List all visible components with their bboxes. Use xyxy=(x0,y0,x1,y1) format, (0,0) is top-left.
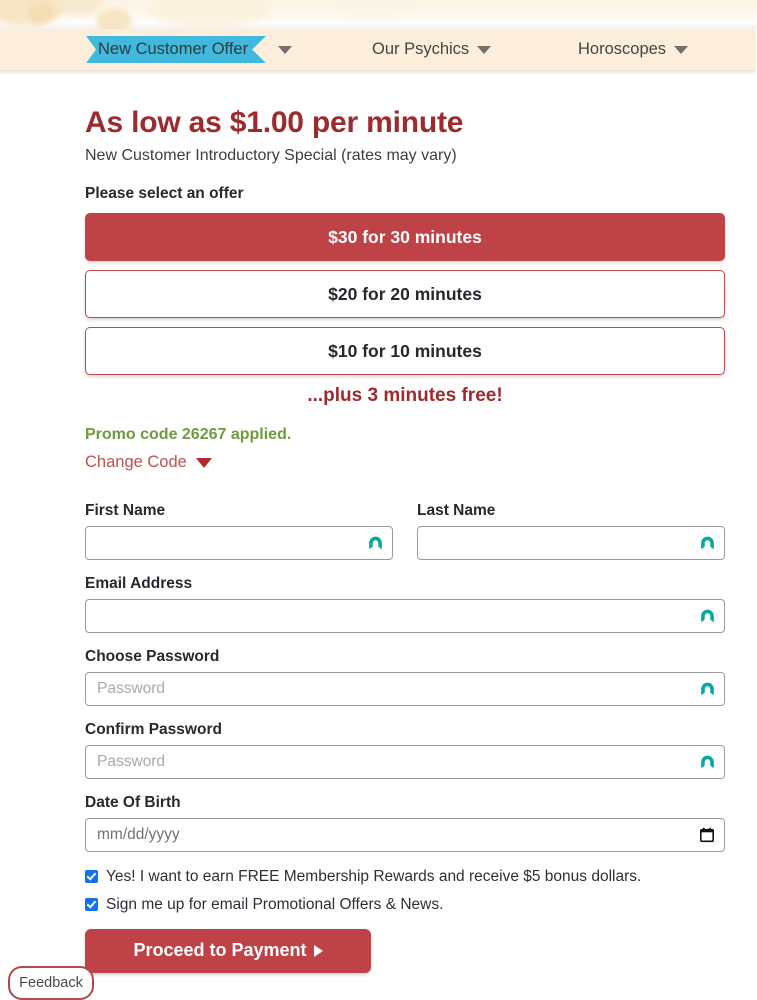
email-input[interactable] xyxy=(85,599,725,633)
bonus-minutes-text: ...plus 3 minutes free! xyxy=(307,385,503,406)
nav-item-label-active: New Customer Offer xyxy=(86,36,266,63)
rewards-checkbox-label[interactable]: Yes! I want to earn FREE Membership Rewa… xyxy=(106,867,641,886)
last-name-field-group: Last Name xyxy=(417,502,725,560)
banner-decoration xyxy=(28,2,54,24)
chevron-down-icon xyxy=(278,45,293,54)
promotions-checkbox[interactable] xyxy=(85,898,98,912)
nav-item-new-customer-offer[interactable]: New Customer Offer xyxy=(92,29,293,70)
feedback-tab[interactable]: Feedback xyxy=(8,966,94,1000)
consent-row-rewards[interactable]: Yes! I want to earn FREE Membership Rewa… xyxy=(85,867,725,886)
confirm-password-label: Confirm Password xyxy=(85,721,222,738)
dob-field-group: Date Of Birth mm/dd/yyyy xyxy=(85,794,725,852)
change-code-label: Change Code xyxy=(85,453,187,471)
password-input[interactable] xyxy=(85,672,725,706)
offer-option-30[interactable]: $30 for 30 minutes xyxy=(85,213,725,261)
dob-placeholder: mm/dd/yyyy xyxy=(97,826,180,843)
proceed-to-payment-label: Proceed to Payment xyxy=(133,940,307,961)
nav-item-label: Horoscopes xyxy=(578,40,667,58)
proceed-to-payment-button[interactable]: Proceed to Payment xyxy=(85,928,371,973)
chevron-down-icon xyxy=(477,45,492,54)
arrow-right-icon xyxy=(313,944,323,957)
password-field-group: Choose Password xyxy=(85,648,725,706)
change-code-link[interactable]: Change Code xyxy=(85,453,212,472)
caret-down-icon xyxy=(195,457,212,468)
main-navigation: New Customer Offer Our Psychics Horoscop… xyxy=(0,29,755,71)
last-name-label: Last Name xyxy=(417,502,496,519)
confirm-password-field-group: Confirm Password xyxy=(85,721,725,779)
promo-applied-text: Promo code 26267 applied. xyxy=(85,426,292,443)
consent-row-promotions[interactable]: Sign me up for email Promotional Offers … xyxy=(85,895,725,914)
offer-prompt: Please select an offer xyxy=(85,185,244,202)
email-field-group: Email Address xyxy=(85,575,725,633)
consent-checkboxes: Yes! I want to earn FREE Membership Rewa… xyxy=(85,867,725,915)
page-title: As low as $1.00 per minute xyxy=(85,106,464,139)
email-label: Email Address xyxy=(85,575,193,592)
calendar-icon[interactable] xyxy=(700,827,714,843)
nav-item-label: Our Psychics xyxy=(372,40,470,58)
main-content: As low as $1.00 per minute New Customer … xyxy=(0,70,757,973)
first-name-input[interactable] xyxy=(85,526,393,560)
dob-input[interactable]: mm/dd/yyyy xyxy=(85,818,725,852)
offer-options: $30 for 30 minutes $20 for 20 minutes $1… xyxy=(85,213,725,375)
banner-decoration xyxy=(96,8,132,29)
registration-form: First Name Last Name Email Address Choos… xyxy=(85,502,725,973)
offer-option-20[interactable]: $20 for 20 minutes xyxy=(85,270,725,318)
banner-decoration xyxy=(330,0,420,20)
nav-item-our-psychics[interactable]: Our Psychics xyxy=(372,29,492,70)
nav-item-horoscopes[interactable]: Horoscopes xyxy=(578,29,689,70)
site-header-banner xyxy=(0,0,757,29)
offer-option-10[interactable]: $10 for 10 minutes xyxy=(85,327,725,375)
feedback-tab-label: Feedback xyxy=(19,975,83,991)
promotions-checkbox-label[interactable]: Sign me up for email Promotional Offers … xyxy=(106,895,443,914)
last-name-input[interactable] xyxy=(417,526,725,560)
rewards-checkbox[interactable] xyxy=(85,870,98,883)
password-label: Choose Password xyxy=(85,648,220,665)
page-subtitle: New Customer Introductory Special (rates… xyxy=(85,147,457,164)
dob-label: Date Of Birth xyxy=(85,794,181,811)
first-name-field-group: First Name xyxy=(85,502,393,560)
confirm-password-input[interactable] xyxy=(85,745,725,779)
first-name-label: First Name xyxy=(85,502,166,519)
banner-decoration xyxy=(150,0,270,28)
chevron-down-icon xyxy=(674,45,689,54)
